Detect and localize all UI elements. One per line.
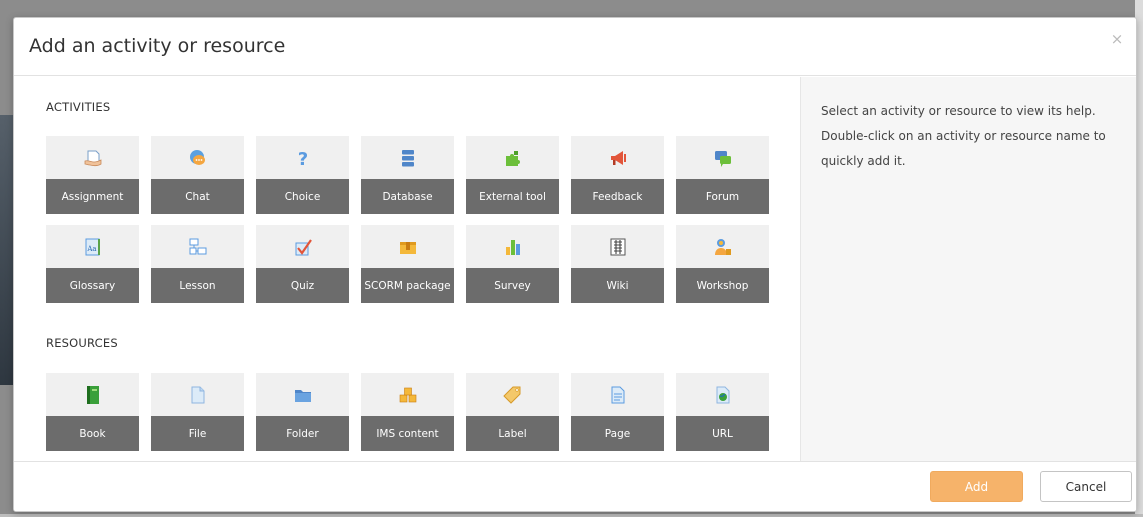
module-option-label: Feedback xyxy=(571,179,664,214)
module-option-book[interactable]: Book xyxy=(46,373,139,451)
page-icon xyxy=(571,373,664,416)
url-icon xyxy=(676,373,769,416)
ims-content-icon xyxy=(361,373,454,416)
quiz-icon xyxy=(256,225,349,268)
feedback-icon xyxy=(571,136,664,179)
resources-grid: Book File Folder IMS content Label Page URL xyxy=(46,373,769,451)
help-text: Select an activity or resource to view i… xyxy=(821,104,1106,168)
module-option-page[interactable]: Page xyxy=(571,373,664,451)
close-icon[interactable]: × xyxy=(1110,31,1124,47)
chat-icon xyxy=(151,136,244,179)
module-option-label: Database xyxy=(361,179,454,214)
module-option-database[interactable]: Database xyxy=(361,136,454,214)
forum-icon xyxy=(676,136,769,179)
add-button[interactable]: Add xyxy=(930,471,1023,502)
module-option-feedback[interactable]: Feedback xyxy=(571,136,664,214)
module-option-label: Folder xyxy=(256,416,349,451)
dialog-title: Add an activity or resource xyxy=(29,35,286,57)
module-option-chat[interactable]: Chat xyxy=(151,136,244,214)
lesson-icon xyxy=(151,225,244,268)
module-option-label: SCORM package xyxy=(361,268,454,303)
module-option-label: Lesson xyxy=(151,268,244,303)
survey-icon xyxy=(466,225,559,268)
cancel-button[interactable]: Cancel xyxy=(1040,471,1132,502)
external-tool-icon xyxy=(466,136,559,179)
dialog-footer: Add Cancel xyxy=(14,461,1136,511)
module-option-label: Workshop xyxy=(676,268,769,303)
folder-icon xyxy=(256,373,349,416)
wiki-icon xyxy=(571,225,664,268)
module-option-wiki[interactable]: Wiki xyxy=(571,225,664,303)
module-option-folder[interactable]: Folder xyxy=(256,373,349,451)
module-option-label: Assignment xyxy=(46,179,139,214)
module-option-label: External tool xyxy=(466,179,559,214)
module-option-workshop[interactable]: Workshop xyxy=(676,225,769,303)
module-option-label: URL xyxy=(676,416,769,451)
svg-text:Aa: Aa xyxy=(86,245,96,253)
module-option-label: Label xyxy=(466,416,559,451)
module-option-quiz[interactable]: Quiz xyxy=(256,225,349,303)
module-option-forum[interactable]: Forum xyxy=(676,136,769,214)
module-option-label: Survey xyxy=(466,268,559,303)
module-option-label: Glossary xyxy=(46,268,139,303)
module-option-label: Wiki xyxy=(571,268,664,303)
module-option-label: Chat xyxy=(151,179,244,214)
book-icon xyxy=(46,373,139,416)
file-icon xyxy=(151,373,244,416)
module-option-url[interactable]: URL xyxy=(676,373,769,451)
module-option-label: IMS content xyxy=(361,416,454,451)
module-option-lesson[interactable]: Lesson xyxy=(151,225,244,303)
module-option-scorm-package[interactable]: SCORM package xyxy=(361,225,454,303)
add-activity-dialog: Add an activity or resource × ACTIVITIES… xyxy=(13,17,1137,512)
activities-grid: Assignment Chat? Choice Database External to… xyxy=(46,136,769,303)
choice-icon: ? xyxy=(256,136,349,179)
workshop-icon xyxy=(676,225,769,268)
background-page-edge xyxy=(0,115,14,385)
label-icon xyxy=(466,373,559,416)
glossary-icon: Aa xyxy=(46,225,139,268)
module-option-ims-content[interactable]: IMS content xyxy=(361,373,454,451)
options-list[interactable]: ACTIVITIES Assignment Chat? Choice Database… xyxy=(14,77,800,463)
module-option-label: Quiz xyxy=(256,268,349,303)
scorm-package-icon xyxy=(361,225,454,268)
dialog-header: Add an activity or resource × xyxy=(14,18,1136,76)
activities-heading: ACTIVITIES xyxy=(46,100,111,114)
module-option-file[interactable]: File xyxy=(151,373,244,451)
resources-heading: RESOURCES xyxy=(46,336,118,350)
module-option-label: Forum xyxy=(676,179,769,214)
database-icon xyxy=(361,136,454,179)
dialog-body: ACTIVITIES Assignment Chat? Choice Database… xyxy=(14,77,1136,463)
module-option-label: Book xyxy=(46,416,139,451)
module-option-survey[interactable]: Survey xyxy=(466,225,559,303)
module-option-label[interactable]: Label xyxy=(466,373,559,451)
module-option-label: File xyxy=(151,416,244,451)
assignment-icon xyxy=(46,136,139,179)
module-option-label: Choice xyxy=(256,179,349,214)
module-option-external-tool[interactable]: External tool xyxy=(466,136,559,214)
module-option-label: Page xyxy=(571,416,664,451)
svg-text:?: ? xyxy=(297,149,307,168)
help-pane: Select an activity or resource to view i… xyxy=(800,77,1136,463)
module-option-assignment[interactable]: Assignment xyxy=(46,136,139,214)
module-option-choice[interactable]: ? Choice xyxy=(256,136,349,214)
module-option-glossary[interactable]: Aa Glossary xyxy=(46,225,139,303)
